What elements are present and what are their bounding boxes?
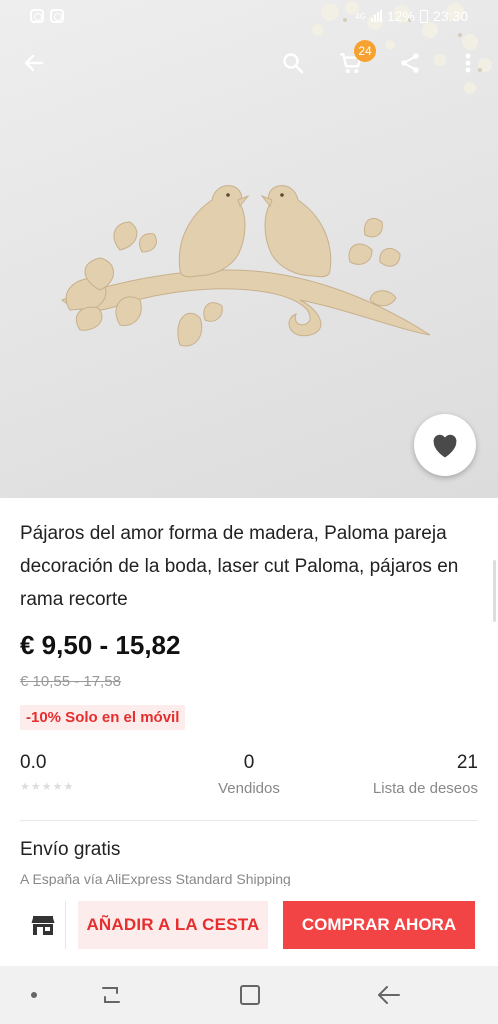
shipping-title[interactable]: Envío gratis <box>20 839 120 861</box>
divider <box>20 820 478 821</box>
instagram-icon <box>30 9 44 23</box>
wishlist-stat[interactable]: 21 Lista de deseos <box>373 752 478 797</box>
search-icon[interactable] <box>276 46 310 80</box>
sold-value: 0 <box>243 752 255 773</box>
mobile-discount-badge: -10% Solo en el móvil <box>20 705 186 730</box>
cart-button[interactable]: 24 <box>334 40 376 80</box>
product-stats: 0.0 ★ ★ ★ ★ ★ 0 Vendidos 21 Lista de deseos <box>20 752 478 802</box>
scrollbar[interactable] <box>493 560 496 622</box>
recent-apps-icon[interactable] <box>97 982 125 1008</box>
instagram-icon <box>50 9 64 23</box>
sold-stat[interactable]: 0 Vendidos <box>216 752 282 797</box>
add-to-cart-button[interactable]: AÑADIR A LA CESTA <box>78 901 268 949</box>
share-icon[interactable] <box>393 46 427 80</box>
wishlist-value: 21 <box>456 752 478 773</box>
status-bar: 4G 12% 23:30 <box>0 0 498 32</box>
wishlist-label: Lista de deseos <box>372 780 478 797</box>
buy-now-button[interactable]: COMPRAR AHORA <box>283 901 475 949</box>
clock: 23:30 <box>432 8 468 24</box>
home-icon[interactable] <box>236 982 264 1008</box>
star-icon: ★ <box>41 781 52 793</box>
signal-icon <box>370 10 382 22</box>
notification-icons <box>30 9 64 23</box>
cart-count-badge: 24 <box>354 40 376 62</box>
network-type: 4G <box>355 11 366 21</box>
star-icon: ★ <box>63 781 74 793</box>
favorite-button[interactable] <box>414 414 476 476</box>
rating-stat[interactable]: 0.0 ★ ★ ★ ★ ★ <box>20 752 73 793</box>
bottom-action-bar: AÑADIR A LA CESTA COMPRAR AHORA <box>0 886 498 964</box>
system-nav-bar <box>0 966 498 1024</box>
battery-icon <box>419 9 428 23</box>
star-icon: ★ <box>20 781 30 793</box>
back-arrow-icon[interactable] <box>17 46 51 80</box>
store-icon <box>31 916 54 935</box>
more-vert-icon[interactable] <box>451 46 485 80</box>
rating-stars: ★ ★ ★ ★ ★ <box>20 782 73 793</box>
battery-percent: 12% <box>386 8 415 24</box>
heart-icon <box>433 434 457 458</box>
sold-label: Vendidos <box>218 780 280 797</box>
app-bar: 24 <box>0 40 498 86</box>
product-price: € 9,50 - 15,82 <box>20 630 181 660</box>
product-title: Pájaros del amor forma de madera, Paloma… <box>20 523 459 610</box>
back-nav-icon[interactable] <box>375 982 403 1008</box>
rating-value: 0.0 <box>20 752 47 773</box>
star-icon: ★ <box>30 781 41 793</box>
star-icon: ★ <box>52 781 63 793</box>
store-button[interactable] <box>20 901 66 949</box>
original-price: € 10,55 - 17,58 <box>20 673 121 690</box>
product-image[interactable]: 4G 12% 23:30 24 <box>0 0 498 498</box>
nav-dot-icon[interactable] <box>20 982 48 1008</box>
